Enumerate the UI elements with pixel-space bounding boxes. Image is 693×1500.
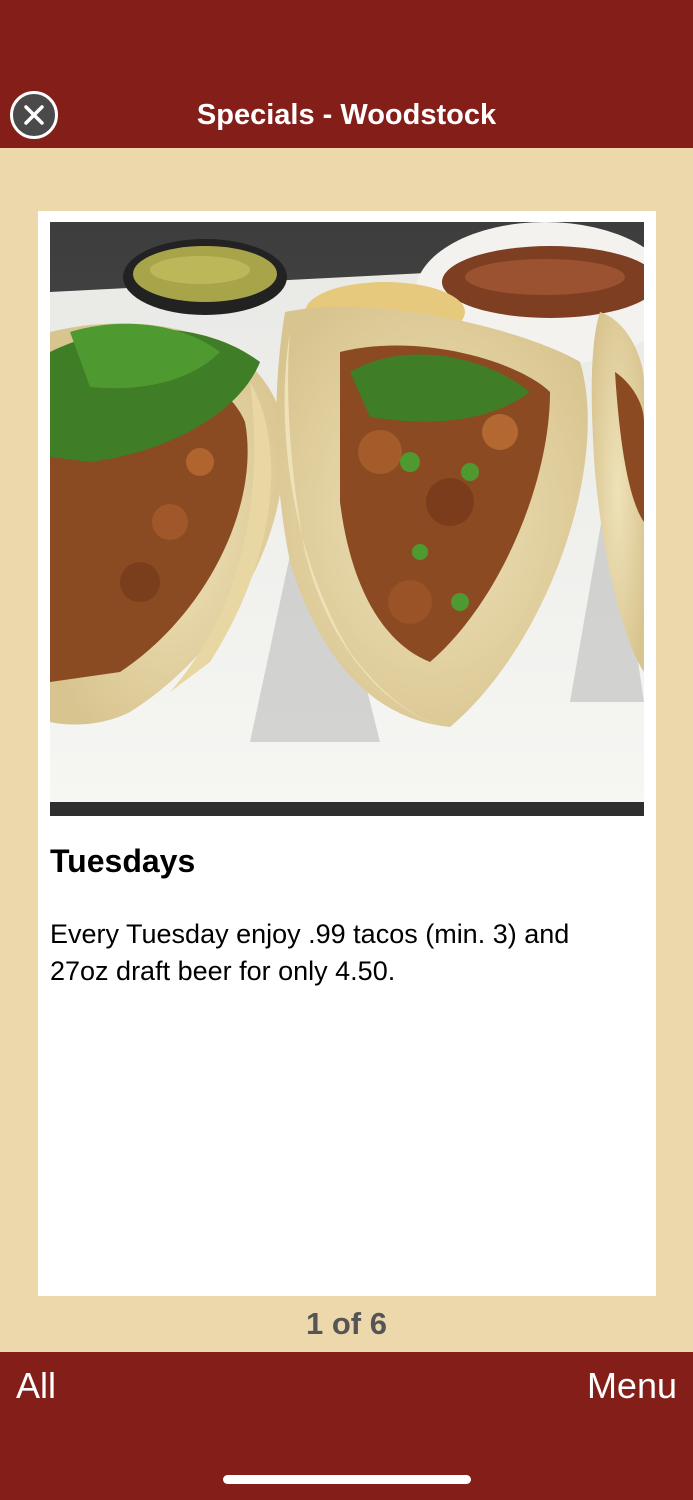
special-title: Tuesdays: [50, 843, 196, 879]
footer-bar: All Menu: [0, 1352, 693, 1500]
tacos-photo: [50, 222, 644, 816]
all-button[interactable]: All: [16, 1364, 56, 1408]
menu-button[interactable]: Menu: [587, 1364, 677, 1408]
pager-indicator: 1 of 6: [306, 1306, 387, 1341]
header-bar: Specials - Woodstock: [0, 0, 693, 148]
special-card: Tuesdays Every Tuesday enjoy .99 tacos (…: [38, 211, 656, 1296]
home-indicator: [223, 1475, 471, 1484]
page-title: Specials - Woodstock: [196, 99, 497, 131]
special-description: Every Tuesday enjoy .99 tacos (min. 3) a…: [50, 919, 570, 986]
